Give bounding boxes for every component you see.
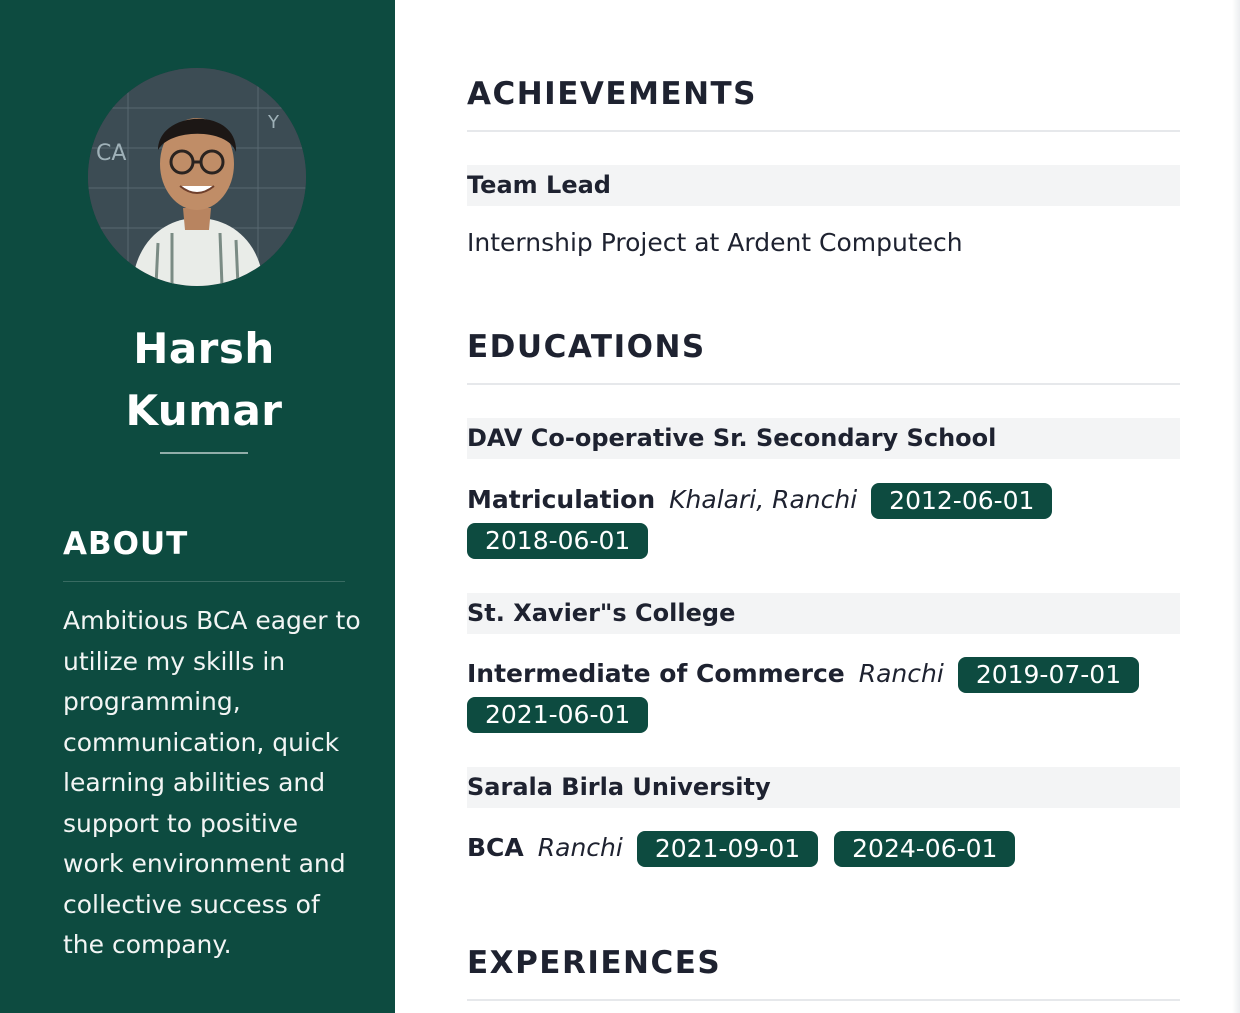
education-details: Matriculation Khalari, Ranchi 2012-06-01 20…: [467, 480, 1180, 560]
achievements-title: ACHIEVEMENTS: [467, 76, 758, 112]
education-degree: Intermediate of Commerce: [467, 659, 845, 688]
achievement-name: Team Lead: [467, 165, 1180, 206]
about-divider: [63, 581, 345, 582]
resume-page: CA Y Harsh Kumar ABOUT Ambitious BCA eag…: [0, 0, 1240, 1013]
end-date-badge: 2018-06-01: [467, 523, 649, 559]
page-edge-shadow: [1232, 0, 1240, 1013]
main-content: ACHIEVEMENTS Team Lead Internship Projec…: [467, 0, 1180, 1013]
end-date-badge: 2021-06-01: [467, 697, 649, 733]
start-date-badge: 2019-07-01: [957, 657, 1140, 693]
education-place: Khalari, Ranchi: [669, 485, 858, 514]
educations-divider: [467, 383, 1180, 385]
sidebar: CA Y Harsh Kumar ABOUT Ambitious BCA eag…: [0, 0, 395, 1013]
svg-text:CA: CA: [96, 141, 126, 166]
last-name: Kumar: [125, 386, 283, 435]
first-name: Harsh: [133, 324, 275, 373]
profile-name: Harsh Kumar: [0, 318, 408, 442]
experiences-divider: [467, 999, 1180, 1001]
education-school: DAV Co-operative Sr. Secondary School: [467, 418, 1180, 459]
name-divider: [160, 452, 248, 454]
education-details: Intermediate of Commerce Ranchi 2019-07-01…: [467, 654, 1180, 734]
education-place: Ranchi: [858, 659, 944, 688]
end-date-badge: 2024-06-01: [834, 831, 1016, 867]
experiences-title: EXPERIENCES: [467, 945, 722, 981]
achievements-divider: [467, 130, 1180, 132]
start-date-badge: 2012-06-01: [871, 483, 1053, 519]
educations-title: EDUCATIONS: [467, 329, 706, 365]
start-date-badge: 2021-09-01: [636, 831, 819, 867]
achievement-description: Internship Project at Ardent Computech: [467, 228, 963, 257]
education-details: BCA Ranchi 2021-09-01 2024-06-01: [467, 828, 1180, 868]
education-school: St. Xavier"s College: [467, 593, 1180, 634]
about-title: ABOUT: [63, 526, 189, 562]
svg-text:Y: Y: [267, 112, 280, 133]
avatar: CA Y: [88, 68, 306, 286]
education-school: Sarala Birla University: [467, 767, 1180, 808]
about-text: Ambitious BCA eager to utilize my skills…: [63, 606, 361, 959]
education-degree: BCA: [467, 833, 524, 862]
education-degree: Matriculation: [467, 485, 656, 514]
education-place: Ranchi: [537, 833, 623, 862]
